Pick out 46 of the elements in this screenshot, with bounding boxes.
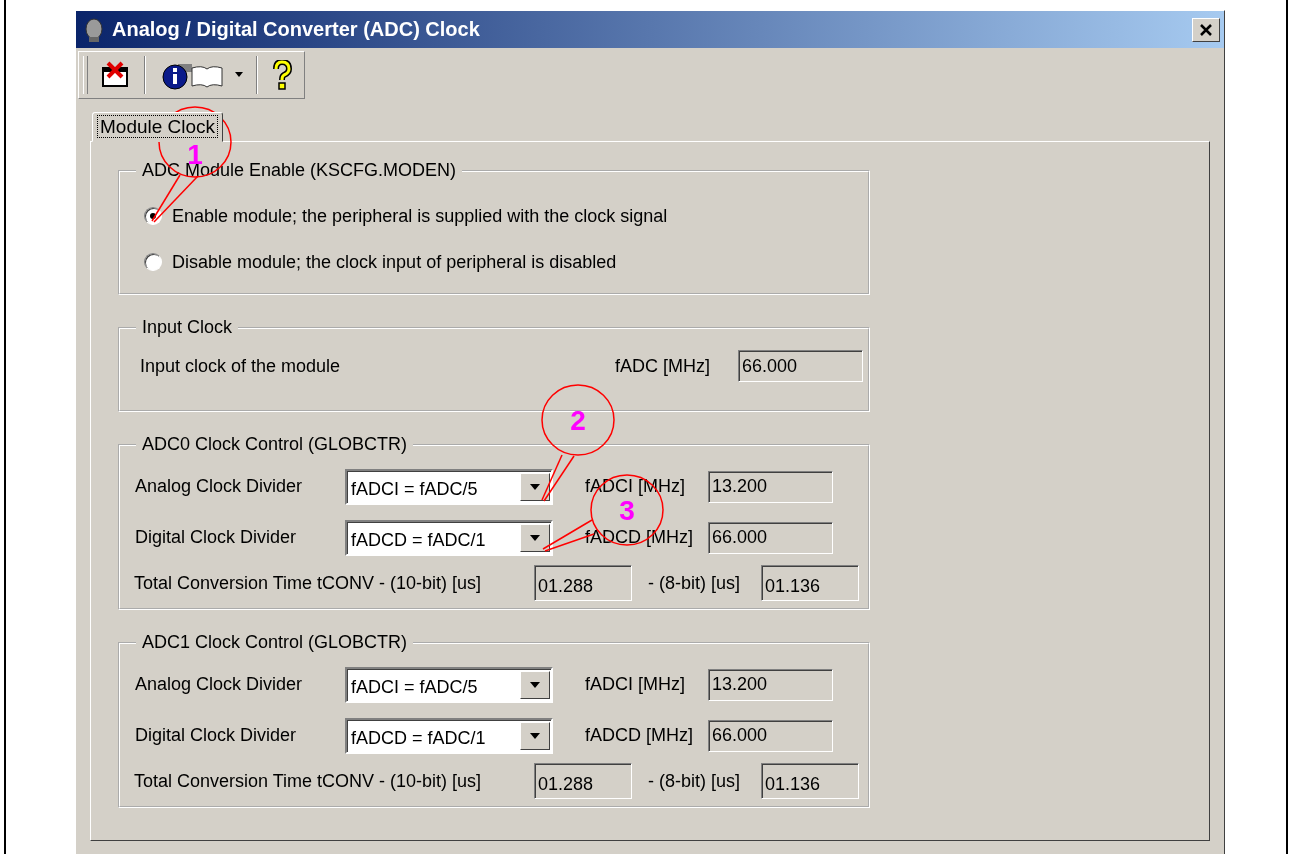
window-title: Analog / Digital Converter (ADC) Clock: [112, 18, 481, 41]
field-label: Digital Clock Divider: [134, 725, 298, 746]
close-button[interactable]: [1192, 17, 1220, 42]
field-label: Total Conversion Time tCONV - (10-bit) [us]: [134, 770, 483, 792]
radio-label[interactable]: Enable module; the peripheral is supplied with the clock signal: [172, 205, 668, 227]
dropdown-field[interactable]: fADCD = fADC/1: [345, 717, 553, 754]
dropdown-caret-icon[interactable]: [234, 72, 244, 78]
close-icon: [1199, 23, 1213, 36]
dropdown-field[interactable]: fADCI = fADC/5: [345, 468, 553, 505]
window-x-icon: [100, 61, 130, 89]
group-title: ADC0 Clock Control (GLOBCTR): [141, 434, 409, 455]
field-label: - (8-bit) [us]: [647, 770, 741, 792]
dropdown-field[interactable]: fADCI = fADC/5: [345, 666, 553, 703]
readonly-field: 66.000: [708, 521, 833, 554]
dropdown-arrow-icon: [530, 534, 540, 541]
radio-label[interactable]: Disable module; the clock input of peripheral is disabled: [172, 251, 617, 273]
dropdown-field[interactable]: fADCD = fADC/1: [345, 519, 553, 556]
callout-number: 2: [570, 405, 586, 436]
readonly-field: 01.136: [761, 565, 859, 601]
readonly-field: 01.288: [534, 565, 632, 601]
readonly-field: 13.200: [708, 470, 833, 503]
field-label: fADCD [MHz]: [585, 725, 694, 746]
field-label: fADC [MHz]: [615, 355, 711, 377]
dropdown-arrow-icon: [530, 483, 540, 490]
dropdown-arrow-icon: [530, 732, 540, 739]
field-label: Input clock of the module: [140, 355, 342, 377]
dropdown-arrow-icon: [530, 681, 540, 688]
group-title: ADC1 Clock Control (GLOBCTR): [141, 632, 409, 653]
app-icon: [82, 17, 106, 42]
readonly-field: 66.000: [708, 719, 833, 752]
group-title: Input Clock: [141, 317, 234, 338]
field-label: Analog Clock Divider: [134, 674, 304, 695]
readonly-field: 13.200: [708, 668, 833, 701]
radio-button[interactable]: [144, 253, 162, 271]
field-label: fADCI [MHz]: [585, 674, 686, 695]
readonly-field: 66.000: [738, 350, 863, 382]
readonly-field: 01.136: [761, 763, 859, 799]
help-button[interactable]: [270, 58, 294, 92]
question-mark-icon: [272, 60, 292, 90]
callout-number: 3: [619, 495, 635, 526]
field-label: - (8-bit) [us]: [647, 572, 741, 594]
field-label: Analog Clock Divider: [134, 476, 304, 497]
tab[interactable]: Module Clock: [92, 112, 224, 142]
field-label: Digital Clock Divider: [134, 527, 298, 548]
field-label: Total Conversion Time tCONV - (10-bit) [us]: [134, 572, 483, 594]
readonly-field: 01.288: [534, 763, 632, 799]
